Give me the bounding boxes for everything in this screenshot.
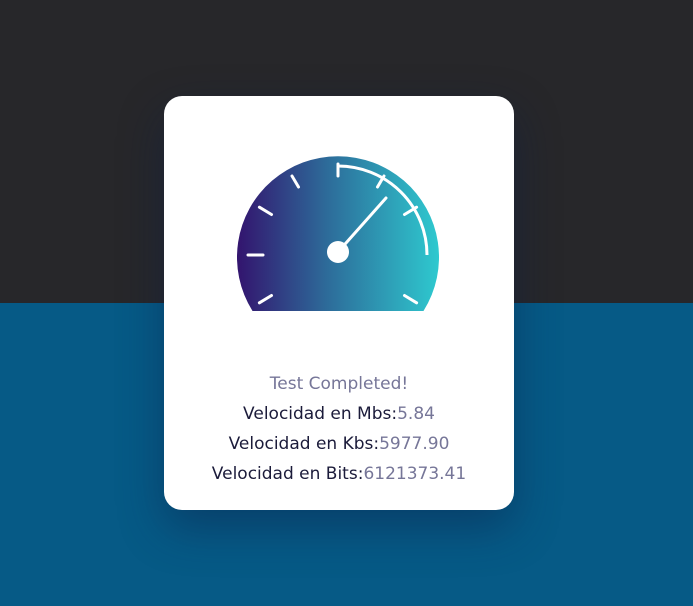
mbs-row: Velocidad en Mbs:5.84 (164, 399, 514, 429)
bits-value: 6121373.41 (363, 464, 467, 484)
kbs-label: Velocidad en Kbs: (228, 434, 380, 454)
mbs-label: Velocidad en Mbs: (243, 404, 398, 424)
results-panel: Test Completed! Velocidad en Mbs:5.84 Ve… (164, 369, 514, 489)
status-text: Test Completed! (269, 374, 409, 394)
speed-test-card: Test Completed! Velocidad en Mbs:5.84 Ve… (164, 96, 514, 510)
speedometer-icon (236, 154, 442, 312)
bits-row: Velocidad en Bits:6121373.41 (164, 459, 514, 489)
gauge-needle-hub (327, 241, 349, 263)
gauge-face (237, 156, 440, 311)
kbs-row: Velocidad en Kbs:5977.90 (164, 429, 514, 459)
mbs-value: 5.84 (397, 404, 435, 424)
kbs-value: 5977.90 (379, 434, 450, 454)
bits-label: Velocidad en Bits: (211, 464, 364, 484)
